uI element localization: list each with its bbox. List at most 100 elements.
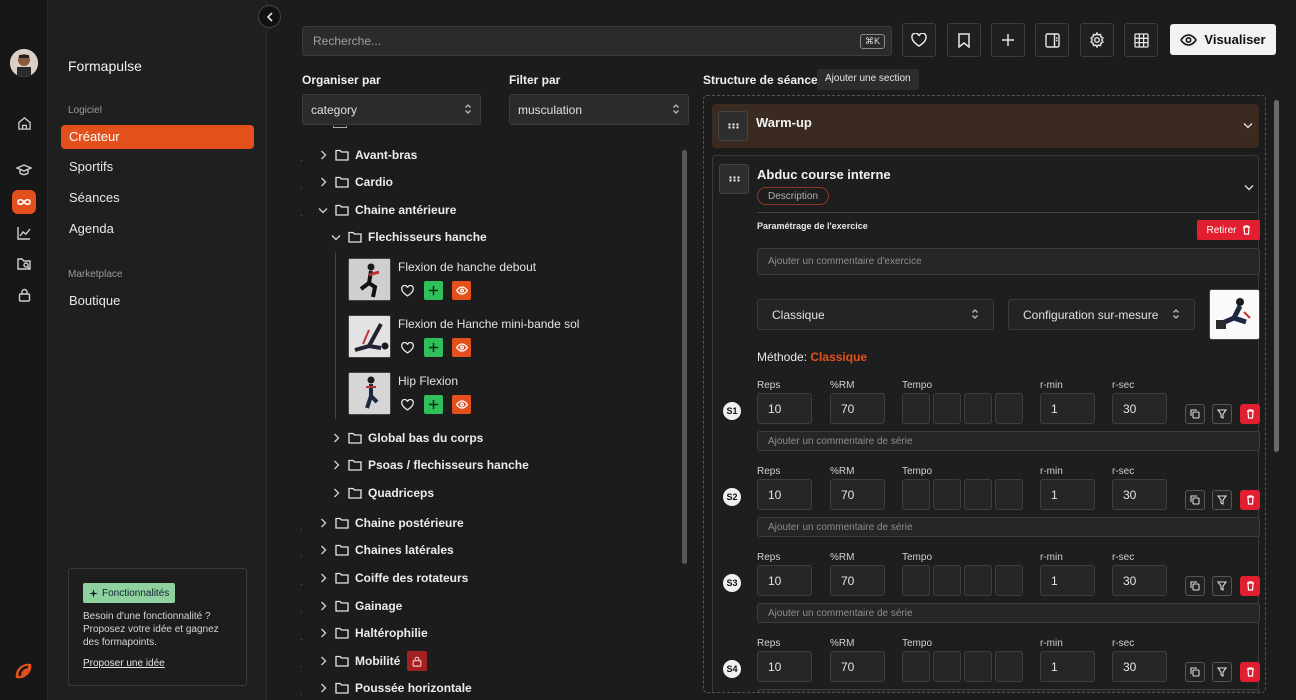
tree-item-psoas[interactable]: Psoas / flechisseurs hanche — [329, 455, 529, 475]
rm-input[interactable]: 70 — [830, 651, 885, 682]
tempo-input-4[interactable] — [995, 565, 1023, 596]
section-warmup[interactable]: Warm-up — [712, 104, 1259, 148]
description-button[interactable]: Description — [757, 187, 830, 205]
panel-toggle-button[interactable] — [1035, 23, 1069, 57]
favorite-exercise-button[interactable] — [398, 338, 417, 357]
series-comment-input[interactable]: Ajouter un commentaire de série — [757, 431, 1260, 451]
filter-series-button[interactable] — [1212, 404, 1232, 424]
favorite-exercise-button[interactable] — [398, 281, 417, 300]
tree-item-gainage[interactable]: Gainage — [316, 596, 402, 616]
add-section-button[interactable]: Ajouter une section — [817, 69, 919, 90]
tree-item-avant-bras[interactable]: Avant-bras — [316, 145, 417, 165]
duplicate-series-button[interactable] — [1185, 490, 1205, 510]
visualize-button[interactable]: Visualiser — [1170, 24, 1276, 55]
sidebar-item-seances[interactable]: Séances — [61, 186, 254, 210]
sidebar-item-boutique[interactable]: Boutique — [61, 289, 254, 313]
preview-exercise-button[interactable] — [452, 281, 471, 300]
exercise-item[interactable]: Flexion de Hanche mini-bande sol — [348, 315, 648, 361]
rm-input[interactable]: 70 — [830, 565, 885, 596]
remove-exercise-button[interactable]: Retirer — [1197, 220, 1260, 240]
delete-series-button[interactable] — [1240, 662, 1260, 682]
series-comment-input[interactable]: Ajouter un commentaire de série — [757, 517, 1260, 537]
tempo-input-2[interactable] — [933, 651, 961, 682]
add-exercise-button[interactable] — [424, 338, 443, 357]
tempo-input-4[interactable] — [995, 393, 1023, 424]
home-icon[interactable] — [12, 111, 36, 135]
rmin-input[interactable]: 1 — [1040, 651, 1095, 682]
sidebar-item-sportifs[interactable]: Sportifs — [61, 155, 254, 179]
drag-handle[interactable] — [718, 111, 748, 141]
rmin-input[interactable]: 1 — [1040, 479, 1095, 510]
organize-select[interactable]: category — [302, 94, 481, 125]
add-exercise-button[interactable] — [424, 395, 443, 414]
user-avatar[interactable] — [10, 49, 38, 77]
rm-input[interactable]: 70 — [830, 479, 885, 510]
chart-line-icon[interactable] — [12, 221, 36, 245]
tree-item-flechisseurs-hanche[interactable]: Flechisseurs hanche — [329, 227, 487, 247]
reps-input[interactable]: 10 — [757, 479, 812, 510]
collapse-sidebar-button[interactable] — [258, 5, 281, 28]
method-select[interactable]: Classique — [757, 299, 994, 330]
duplicate-series-button[interactable] — [1185, 662, 1205, 682]
tempo-input-2[interactable] — [933, 393, 961, 424]
drag-handle[interactable] — [719, 164, 749, 194]
tree-item-mobilite[interactable]: Mobilité — [316, 651, 428, 671]
filter-series-button[interactable] — [1212, 490, 1232, 510]
favorites-button[interactable] — [902, 23, 936, 57]
exercise-item[interactable]: Hip Flexion — [348, 372, 648, 418]
exercise-comment-input[interactable]: Ajouter un commentaire d'exercice — [757, 248, 1260, 275]
filter-select[interactable]: musculation — [509, 94, 689, 125]
tempo-input-3[interactable] — [964, 651, 992, 682]
exercise-item[interactable]: Flexion de hanche debout — [348, 258, 648, 304]
filter-series-button[interactable] — [1212, 662, 1232, 682]
filter-series-button[interactable] — [1212, 576, 1232, 596]
rsec-input[interactable]: 30 — [1112, 565, 1167, 596]
tree-item-chaine-anterieure[interactable]: Chaine antérieure — [316, 200, 456, 220]
add-button[interactable] — [991, 23, 1025, 57]
reps-input[interactable]: 10 — [757, 651, 812, 682]
structure-scrollbar[interactable] — [1274, 100, 1279, 452]
reps-input[interactable]: 10 — [757, 565, 812, 596]
rmin-input[interactable]: 1 — [1040, 565, 1095, 596]
chevron-down-icon[interactable] — [1244, 184, 1254, 191]
favorite-exercise-button[interactable] — [398, 395, 417, 414]
rsec-input[interactable]: 30 — [1112, 651, 1167, 682]
duplicate-series-button[interactable] — [1185, 576, 1205, 596]
delete-series-button[interactable] — [1240, 404, 1260, 424]
delete-series-button[interactable] — [1240, 576, 1260, 596]
tempo-input-2[interactable] — [933, 479, 961, 510]
tree-item-global-bas-du-corps[interactable]: Global bas du corps — [329, 428, 483, 448]
rmin-input[interactable]: 1 — [1040, 393, 1095, 424]
series-comment-input[interactable]: Ajouter un commentaire de série — [757, 689, 1260, 692]
tree-item-poussee-horizontale[interactable]: Poussée horizontale — [316, 678, 472, 698]
tempo-input-4[interactable] — [995, 651, 1023, 682]
folder-search-icon[interactable] — [12, 252, 36, 276]
delete-series-button[interactable] — [1240, 490, 1260, 510]
series-comment-input[interactable]: Ajouter un commentaire de série — [757, 603, 1260, 623]
tree-item-chaine-posterieure[interactable]: Chaine postérieure — [316, 513, 464, 533]
preview-exercise-button[interactable] — [452, 395, 471, 414]
preview-exercise-button[interactable] — [452, 338, 471, 357]
graduation-cap-icon[interactable] — [12, 158, 36, 182]
tempo-input-3[interactable] — [964, 393, 992, 424]
rsec-input[interactable]: 30 — [1112, 479, 1167, 510]
add-exercise-button[interactable] — [424, 281, 443, 300]
tree-scrollbar[interactable] — [682, 150, 687, 564]
lock-icon[interactable] — [12, 283, 36, 307]
tree-item-halterophilie[interactable]: Haltérophilie — [316, 623, 428, 643]
tempo-input-2[interactable] — [933, 565, 961, 596]
tempo-input-4[interactable] — [995, 479, 1023, 510]
settings-button[interactable] — [1080, 23, 1114, 57]
tempo-input-3[interactable] — [964, 479, 992, 510]
chevron-down-icon[interactable] — [1243, 122, 1253, 129]
search-input[interactable]: Recherche... ⌘K — [302, 26, 892, 56]
bookmark-button[interactable] — [947, 23, 981, 57]
sidebar-item-agenda[interactable]: Agenda — [61, 217, 254, 241]
config-select[interactable]: Configuration sur-mesure — [1008, 299, 1195, 330]
tree-item-cardio[interactable]: Cardio — [316, 172, 393, 192]
tempo-input-1[interactable] — [902, 393, 930, 424]
rm-input[interactable]: 70 — [830, 393, 885, 424]
grid-view-button[interactable] — [1124, 23, 1158, 57]
reps-input[interactable]: 10 — [757, 393, 812, 424]
sidebar-item-createur[interactable]: Créateur — [61, 125, 254, 149]
